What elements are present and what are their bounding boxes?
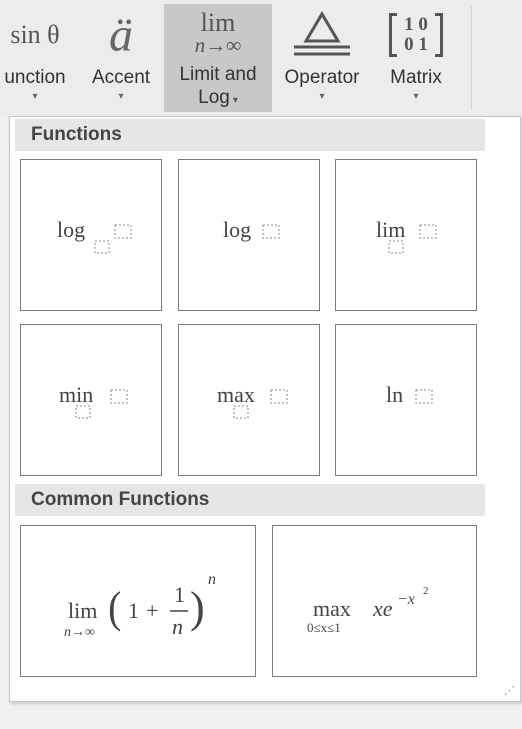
tile-max[interactable]: max [178,324,320,476]
placeholder-box [415,389,433,404]
min-formula: min [59,382,128,419]
function-button[interactable]: sin θ unction ▾ [0,4,78,112]
svg-text:log: log [57,217,85,242]
svg-text:lim: lim [68,598,97,623]
function-icon: sin θ [10,20,60,49]
svg-text:max: max [217,382,255,407]
function-label: unction [4,67,66,88]
accent-button[interactable]: ä Accent ▾ [82,4,160,112]
ln-formula: ln [386,382,433,407]
svg-text:1: 1 [174,582,185,607]
placeholder-box [388,240,404,254]
limit-and-log-label-line2: Log ▾ [198,87,238,108]
svg-text:lim: lim [376,217,405,242]
placeholder-box [262,224,280,239]
svg-text:ln: ln [386,382,403,407]
operator-button[interactable]: Operator ▾ [276,4,368,112]
placeholder-box [94,240,110,254]
svg-text:log: log [223,217,251,242]
chevron-down-icon: ▾ [232,95,238,106]
ribbon-separator [471,6,472,110]
limit-and-log-button[interactable]: lim n→∞ Limit and Log ▾ [164,4,272,112]
svg-text:min: min [59,382,93,407]
placeholder-box [114,224,132,239]
limit-and-log-gallery: Functions log log lim min max ln Common … [9,116,521,702]
matrix-button[interactable]: 1 0 0 1 Matrix ▾ [372,4,460,112]
limit-icon: lim n→∞ [194,7,242,57]
placeholder-box [270,389,288,404]
limit-and-log-label: Limit and [179,64,257,85]
limit-compound-formula: lim n→∞ ( 1 + 1 n ) n [64,571,216,640]
placeholder-box [110,389,128,404]
chevron-down-icon: ▾ [32,91,38,102]
placeholder-box [419,224,437,239]
tile-ln[interactable]: ln [335,324,477,476]
left-paren: ( [108,584,121,632]
section-header-functions: Functions [15,119,485,151]
max-formula: max [217,382,288,419]
svg-text:xe: xe [372,596,393,621]
ribbon: sin θ unction ▾ ä Accent ▾ lim n→∞ Limit… [0,0,522,118]
right-paren: ) [190,583,205,632]
svg-text:2: 2 [423,585,429,597]
matrix-label: Matrix [390,67,442,88]
operator-label: Operator [284,67,360,88]
svg-text:n: n [172,614,183,639]
tile-min[interactable]: min [20,324,162,476]
operator-icon [290,4,354,66]
matrix-icon: 1 0 0 1 [387,4,445,66]
svg-text:n: n [208,571,216,588]
tile-log[interactable]: log [178,159,320,311]
placeholder-box [75,405,91,419]
tile-lim[interactable]: lim [335,159,477,311]
svg-text:n→∞: n→∞ [64,625,95,640]
chevron-down-icon: ▾ [319,91,325,102]
max-xe-formula: max 0≤x≤1 xe −x 2 [307,585,429,635]
log-formula: log [223,217,280,242]
svg-text:max: max [313,596,351,621]
svg-text:1: 1 [128,598,139,623]
accent-label: Accent [91,67,151,88]
lim-formula: lim [376,217,437,254]
svg-text:−x: −x [397,591,415,608]
accent-icon: ä [109,8,133,62]
svg-text:+: + [146,598,158,623]
tile-max-xe[interactable]: max 0≤x≤1 xe −x 2 [272,525,477,677]
chevron-down-icon: ▾ [118,91,124,102]
section-header-common-functions: Common Functions [15,484,485,516]
chevron-down-icon: ▾ [413,91,419,102]
tile-limit-compound-interest[interactable]: lim n→∞ ( 1 + 1 n ) n [20,525,256,677]
log-with-base-formula: log [57,217,132,254]
svg-text:0≤x≤1: 0≤x≤1 [307,620,341,635]
tile-log-with-base[interactable]: log [20,159,162,311]
placeholder-box [233,405,249,419]
resize-grip-icon[interactable]: ⋰ [504,684,515,697]
